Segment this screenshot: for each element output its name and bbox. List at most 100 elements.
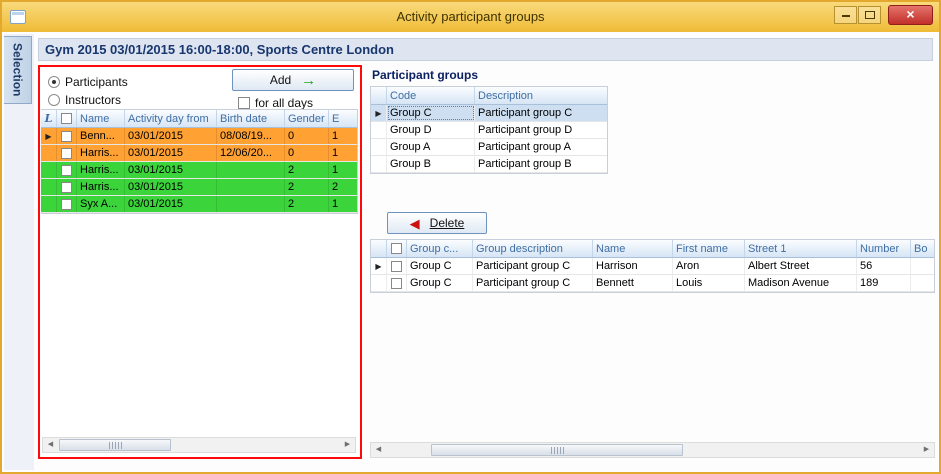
row-indicator-cell	[41, 162, 57, 178]
delete-button-label: Delete	[430, 216, 465, 230]
maximize-icon	[865, 11, 875, 19]
close-button[interactable]: ×	[888, 5, 933, 25]
members-hscrollbar[interactable]: ◀ ▶	[370, 442, 935, 458]
column-header-description[interactable]: Description	[475, 87, 607, 104]
table-row[interactable]: Group D Participant group D	[371, 122, 607, 139]
participant-groups-title: Participant groups	[372, 68, 478, 82]
radio-on-icon	[48, 76, 60, 88]
scrollbar-thumb[interactable]	[59, 439, 171, 451]
cell-activity-day-from: 03/01/2015	[125, 162, 217, 178]
cell-number: 56	[857, 258, 911, 274]
cell-name: Harris...	[77, 179, 125, 195]
cell-group-code: Group C	[407, 258, 473, 274]
table-row[interactable]: Group A Participant group A	[371, 139, 607, 156]
table-row[interactable]: Harris... 03/01/2015 2 2	[41, 179, 357, 196]
row-indicator-cell	[41, 145, 57, 161]
row-checkbox[interactable]	[387, 275, 407, 291]
row-checkbox[interactable]	[387, 258, 407, 274]
delete-arrow-icon: ◀	[410, 217, 420, 230]
column-header-e[interactable]: E	[329, 110, 357, 127]
cell-gender: 0	[285, 128, 329, 144]
add-arrow-icon: →	[301, 73, 316, 88]
row-indicator-cell	[41, 179, 57, 195]
table-row[interactable]: ▶ Group C Participant group C Harrison A…	[371, 258, 934, 275]
scrollbar-grip-icon	[109, 442, 122, 449]
cell-group-description: Participant group C	[473, 258, 593, 274]
table-row[interactable]: Group B Participant group B	[371, 156, 607, 173]
scroll-right-icon[interactable]: ▶	[919, 443, 934, 457]
minimize-icon	[842, 15, 850, 17]
minimize-button[interactable]	[834, 6, 857, 24]
cell-birth-date: 08/08/19...	[217, 128, 285, 144]
participants-grid-header: L Name Activity day from Birth date Gend…	[41, 110, 357, 128]
column-header-gender[interactable]: Gender	[285, 110, 329, 127]
select-all-checkbox[interactable]	[387, 240, 407, 257]
row-checkbox[interactable]	[57, 196, 77, 212]
delete-button[interactable]: ◀ Delete	[387, 212, 487, 234]
radio-off-icon	[48, 94, 60, 106]
radio-participants[interactable]: Participants	[48, 75, 128, 89]
tab-selection[interactable]: Selection	[4, 36, 32, 104]
column-header-first-name[interactable]: First name	[673, 240, 745, 257]
maximize-button[interactable]	[858, 6, 881, 24]
side-tab-strip: Selection	[4, 34, 34, 470]
titlebar[interactable]: Activity participant groups ×	[2, 2, 939, 32]
row-checkbox[interactable]	[57, 145, 77, 161]
checkbox-icon	[61, 113, 72, 124]
scroll-left-icon[interactable]: ◀	[371, 443, 386, 457]
add-button[interactable]: Add →	[232, 69, 354, 91]
table-row[interactable]: ▶ Group C Participant group C	[371, 105, 607, 122]
scroll-left-icon[interactable]: ◀	[43, 438, 58, 452]
cell-activity-day-from: 03/01/2015	[125, 179, 217, 195]
column-header-number[interactable]: Number	[857, 240, 911, 257]
table-row[interactable]: Syx A... 03/01/2015 2 1	[41, 196, 357, 213]
scrollbar-thumb[interactable]	[431, 444, 683, 456]
cell-group-code: Group C	[407, 275, 473, 291]
column-header-name[interactable]: Name	[593, 240, 673, 257]
cell-description: Participant group B	[475, 156, 607, 172]
cell-description: Participant group A	[475, 139, 607, 155]
cell-first-name: Aron	[673, 258, 745, 274]
column-header-name[interactable]: Name	[77, 110, 125, 127]
column-header-activity-day-from[interactable]: Activity day from	[125, 110, 217, 127]
cell-e: 1	[329, 128, 357, 144]
table-row[interactable]: ▶ Benn... 03/01/2015 08/08/19... 0 1	[41, 128, 357, 145]
radio-participants-label: Participants	[65, 75, 128, 89]
radio-instructors[interactable]: Instructors	[48, 93, 121, 107]
column-header-group-description[interactable]: Group description	[473, 240, 593, 257]
cell-code: Group D	[387, 122, 475, 138]
checkbox-icon	[238, 97, 250, 109]
cell-birth-date	[217, 196, 285, 212]
current-row-icon: ▶	[375, 262, 381, 271]
checkbox-icon	[61, 182, 72, 193]
cell-e: 1	[329, 196, 357, 212]
checkbox-icon	[61, 199, 72, 210]
cell-activity-day-from: 03/01/2015	[125, 196, 217, 212]
row-checkbox[interactable]	[57, 128, 77, 144]
table-row[interactable]: Harris... 03/01/2015 12/06/20... 0 1	[41, 145, 357, 162]
row-checkbox[interactable]	[57, 162, 77, 178]
column-header-birth-date[interactable]: Birth date	[217, 110, 285, 127]
participants-panel: Participants Instructors Add → for all d…	[38, 65, 362, 459]
row-checkbox[interactable]	[57, 179, 77, 195]
scrollbar-grip-icon	[551, 447, 564, 454]
for-all-days-checkbox[interactable]: for all days	[238, 96, 313, 110]
scroll-right-icon[interactable]: ▶	[340, 438, 355, 452]
cell-birth-date	[217, 162, 285, 178]
table-row[interactable]: Group C Participant group C Bennett Loui…	[371, 275, 934, 292]
checkbox-icon	[391, 243, 402, 254]
column-header-code[interactable]: Code	[387, 87, 475, 104]
column-header-street[interactable]: Street 1	[745, 240, 857, 257]
checkbox-icon	[61, 165, 72, 176]
row-indicator-cell	[371, 156, 387, 172]
cell-activity-day-from: 03/01/2015	[125, 145, 217, 161]
participants-hscrollbar[interactable]: ◀ ▶	[42, 437, 356, 453]
select-all-checkbox[interactable]	[57, 110, 77, 127]
table-row[interactable]: Harris... 03/01/2015 2 1	[41, 162, 357, 179]
column-header-group-code[interactable]: Group c...	[407, 240, 473, 257]
radio-instructors-label: Instructors	[65, 93, 121, 107]
group-members-grid: Group c... Group description Name First …	[370, 239, 935, 293]
column-header-box[interactable]: Bo	[911, 240, 934, 257]
activity-participant-groups-window: Activity participant groups × Selection …	[0, 0, 941, 474]
current-row-icon: ▶	[375, 109, 381, 118]
